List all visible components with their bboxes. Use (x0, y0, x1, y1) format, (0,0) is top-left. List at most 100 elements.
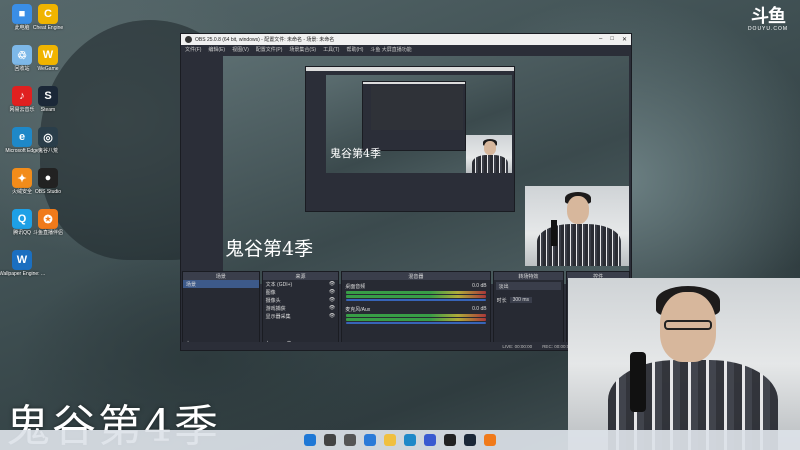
volume-meter (346, 318, 486, 321)
obs-menu-item[interactable]: 视图(V) (232, 46, 249, 53)
desktop-icon-label: 此电脑 (14, 25, 30, 31)
desktop-icon[interactable]: ✪ 斗鱼直播伴侣 (30, 209, 66, 236)
mixer-channel-db: 0.0 dB (472, 306, 487, 312)
visibility-icon[interactable]: 👁 (329, 289, 335, 295)
visibility-icon[interactable]: 👁 (329, 313, 335, 319)
taskbar (0, 430, 800, 450)
steam-icon[interactable] (464, 434, 476, 446)
volume-meter (346, 295, 486, 298)
visibility-icon[interactable]: 👁 (329, 281, 335, 287)
task-view-icon[interactable] (344, 434, 356, 446)
desktop-icon-label: Cheat Engine (32, 25, 64, 31)
volume-meter (346, 291, 486, 294)
sources-title: 来源 (262, 272, 339, 280)
obs-menu-item[interactable]: 场景集合(S) (289, 46, 316, 53)
mixer-title: 混音器 (342, 272, 490, 280)
app-icon: e (12, 127, 32, 147)
nested-obs-window: 鬼谷第4季 (305, 66, 515, 212)
desktop-icon[interactable]: S Steam (30, 86, 66, 113)
desktop-icon-label: OBS Studio (34, 189, 62, 195)
volume-slider[interactable] (346, 299, 486, 301)
live-status: LIVE: 00:00:00 (502, 343, 533, 349)
source-item[interactable]: 图像 👁 (263, 288, 339, 296)
app-icon: ✪ (38, 209, 58, 229)
visibility-icon[interactable]: 👁 (329, 297, 335, 303)
close-icon[interactable]: ✕ (622, 36, 627, 43)
app-icon: ♪ (12, 86, 32, 106)
douyu-logo-mark: 斗鱼 (751, 6, 786, 26)
source-item-label: 游戏捕获 (265, 305, 286, 312)
source-item[interactable]: 游戏捕获 👁 (263, 304, 339, 312)
desktop-icon-label: Wallpaper Engine: ... (0, 271, 46, 277)
source-item-label: 图像 (265, 289, 276, 296)
source-item[interactable]: 显示器采集 👁 (263, 312, 339, 320)
douyu-watermark: 斗鱼 DOUYU.COM (744, 6, 792, 32)
edge-icon[interactable] (404, 434, 416, 446)
search-icon[interactable] (324, 434, 336, 446)
obs-menu-item[interactable]: 斗鱼 大屏直播功能 (370, 46, 411, 53)
microphone (630, 352, 646, 412)
desktop-icon[interactable]: ◎ 鬼谷八荒 (30, 127, 66, 154)
desktop-icon[interactable]: W WeGame (30, 45, 66, 72)
desktop-icon[interactable]: ● OBS Studio (30, 168, 66, 195)
scene-item[interactable]: 场景 (183, 280, 259, 288)
app-icon: ◎ (38, 127, 58, 147)
minimize-icon[interactable]: – (599, 36, 602, 43)
source-item-label: 摄像头 (265, 297, 281, 304)
obs-menu-item[interactable]: 配置文件(P) (256, 46, 283, 53)
app-icon: ■ (12, 4, 32, 24)
transitions-title: 转场特效 (493, 272, 564, 280)
source-item-label: 显示器采集 (265, 313, 291, 320)
obs-menu-item[interactable]: 编辑(E) (208, 46, 225, 53)
desktop-icon-label: 斗鱼直播伴侣 (32, 230, 63, 236)
obs-window[interactable]: OBS 25.0.8 (64 bit, windows) - 配置文件: 未命名… (180, 33, 632, 351)
sources-dock: 来源 文本 (GDI+)👁图像👁摄像头👁游戏捕获👁显示器采集👁 + − ⚙ ∧ … (261, 271, 340, 349)
obs-docks: 场景 场景 + − ∧ ∨ 来源 文本 (GDI+)👁图像👁摄像头👁游戏捕获👁显… (181, 270, 631, 350)
nested-caption: 鬼谷第4季 (330, 147, 381, 160)
desktop-icon-label: 回收站 (14, 66, 30, 72)
mixer-dock: 混音器 桌面音频 0.0 dB 麦克风/Aux 0.0 dB (341, 271, 491, 349)
obs-icon[interactable] (444, 434, 456, 446)
preview-webcam (525, 186, 629, 266)
desktop-icon-label: 火绒安全 (11, 189, 32, 195)
obs-menu-item[interactable]: 工具(T) (323, 46, 339, 53)
obs-titlebar[interactable]: OBS 25.0.8 (64 bit, windows) - 配置文件: 未命名… (181, 34, 631, 45)
obs-logo-icon (185, 36, 192, 43)
desktop-icon[interactable]: C Cheat Engine (30, 4, 66, 31)
app-icon: ♲ (12, 45, 32, 65)
visibility-icon[interactable]: 👁 (329, 305, 335, 311)
volume-meter (346, 314, 486, 317)
douyu-logo-text: DOUYU.COM (747, 26, 789, 32)
transition-duration-label: 时长 (496, 297, 507, 304)
source-item[interactable]: 摄像头 👁 (263, 296, 339, 304)
transition-duration-input[interactable]: 300 ms (509, 297, 533, 303)
start-icon[interactable] (304, 434, 316, 446)
preview-caption: 鬼谷第4季 (225, 238, 314, 260)
app-icon: ● (38, 168, 58, 188)
obs-preview[interactable]: 鬼谷第4季 鬼谷第4季 (223, 56, 629, 284)
obs-menu-item[interactable]: 文件(F) (185, 46, 201, 53)
desktop-icon-label: 鬼谷八荒 (37, 148, 58, 154)
widgets-icon[interactable] (364, 434, 376, 446)
app-icon: ✦ (12, 168, 32, 188)
mixer-channel-db: 0.0 dB (472, 283, 487, 289)
desktop-icon-label: 腾讯QQ (13, 230, 31, 236)
mixer-channel-name: 麦克风/Aux (345, 306, 371, 313)
transition-select[interactable]: 淡出 (495, 282, 562, 290)
obs-window-title: OBS 25.0.8 (64 bit, windows) - 配置文件: 未命名… (195, 37, 335, 43)
source-item-label: 文本 (GDI+) (265, 281, 293, 288)
maximize-icon[interactable]: □ (610, 36, 614, 43)
desktop-icon-label: Steam (40, 107, 56, 113)
desktop-icon[interactable]: W Wallpaper Engine: ... (0, 250, 45, 277)
douyu-icon[interactable] (484, 434, 496, 446)
obs-menubar: 文件(F) 编辑(E) 视图(V) 配置文件(P) 场景集合(S) 工具(T) 帮助(H) 斗… (181, 45, 631, 54)
source-item[interactable]: 文本 (GDI+) 👁 (263, 280, 339, 288)
volume-slider[interactable] (346, 322, 486, 324)
obs-menu-item[interactable]: 帮助(H) (346, 46, 363, 53)
app-icon: Q (12, 209, 32, 229)
store-icon[interactable] (424, 434, 436, 446)
file-explorer-icon[interactable] (384, 434, 396, 446)
app-icon: C (38, 4, 58, 24)
app-icon: S (38, 86, 58, 106)
obs-statusbar: LIVE: 00:00:00 REC: 00:00:00 CPU: 3.9%, … (181, 342, 631, 350)
